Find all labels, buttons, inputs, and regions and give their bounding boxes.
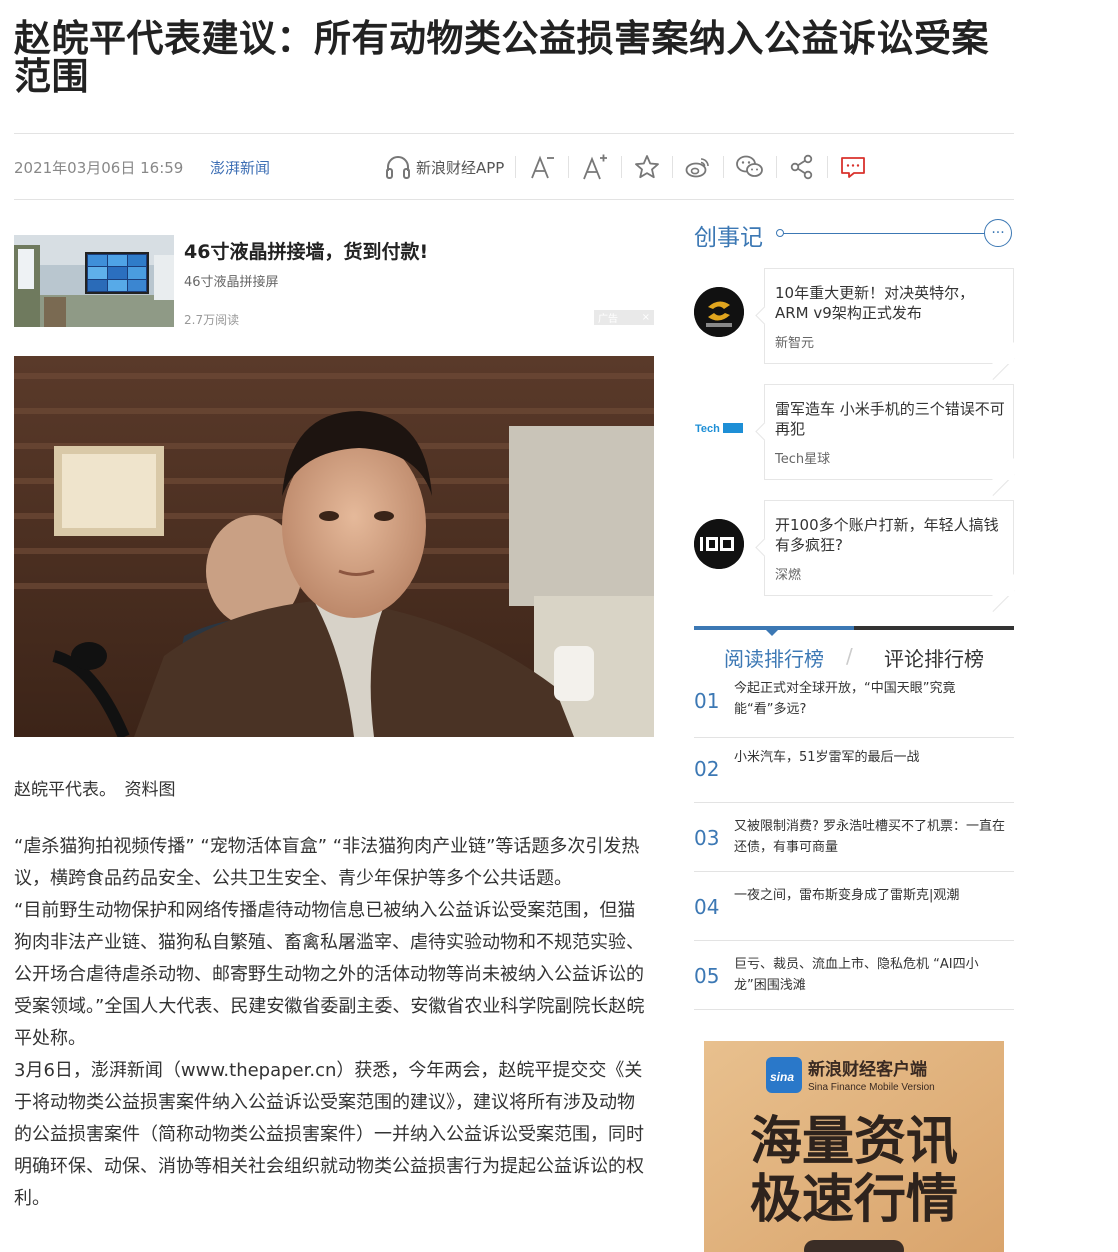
toolbar-separator bbox=[515, 156, 517, 178]
rank-title[interactable]: 又被限制消费? 罗永浩吐槽买不了机票：一直在还债，有事可商量 bbox=[734, 816, 1006, 858]
app-label: 新浪财经APP bbox=[416, 158, 505, 177]
chuangshi-item-source: Tech星球 bbox=[775, 452, 831, 467]
toolbar-separator bbox=[827, 156, 829, 178]
more-icon[interactable]: ··· bbox=[984, 219, 1012, 247]
rank-tab-bar bbox=[854, 626, 1014, 630]
card-fold bbox=[992, 474, 1015, 496]
toolbar-separator bbox=[568, 156, 570, 178]
article-toolbar: 新浪财经APP bbox=[384, 150, 867, 184]
weibo-icon bbox=[685, 158, 710, 178]
ad-read-count: 2.7万阅读 bbox=[184, 313, 240, 327]
article-photo bbox=[14, 356, 654, 737]
close-icon[interactable]: × bbox=[642, 312, 650, 323]
app-link[interactable]: 新浪财经APP bbox=[384, 153, 504, 181]
comment-button[interactable] bbox=[839, 153, 867, 181]
card-fold bbox=[992, 358, 1015, 380]
rank-item[interactable]: 02 小米汽车，51岁雷军的最后一战 bbox=[694, 735, 1014, 803]
source-link[interactable]: 澎湃新闻 bbox=[210, 157, 270, 178]
share-icon bbox=[791, 154, 813, 180]
article-title: 赵皖平代表建议：所有动物类公益损害案纳入公益诉讼受案范围 bbox=[14, 17, 989, 98]
chuangshi-item-title[interactable]: 10年重大更新！对决英特尔，ARM v9架构正式发布 bbox=[775, 283, 1005, 323]
article-paragraph: “目前野生动物保护和网络传播虐待动物信息已被纳入公益诉讼受案范围，但猫狗肉非法产… bbox=[14, 900, 645, 1049]
rank-title[interactable]: 小米汽车，51岁雷军的最后一战 bbox=[734, 747, 1006, 768]
photo-caption: 赵皖平代表。 资料图 bbox=[14, 780, 176, 800]
favorite-button[interactable] bbox=[633, 153, 661, 181]
rank-item[interactable]: 03 又被限制消费? 罗永浩吐槽买不了机票：一直在还债，有事可商量 bbox=[694, 804, 1014, 872]
promo-brand-en: Sina Finance Mobile Version bbox=[808, 1082, 935, 1093]
rank-item[interactable]: 05 巨亏、裁员、流血上市、隐私危机 “AI四小龙”困围浅滩 bbox=[694, 942, 1014, 1010]
promo-logo-text: sina bbox=[770, 1070, 794, 1084]
rank-number: 04 bbox=[694, 895, 720, 919]
promo-brand: 新浪财经客户端 bbox=[808, 1059, 927, 1080]
chuangshi-card[interactable]: 10年重大更新！对决英特尔，ARM v9架构正式发布 新智元 bbox=[764, 268, 1015, 380]
rank-number: 03 bbox=[694, 826, 720, 850]
share-button[interactable] bbox=[788, 153, 816, 181]
rank-title[interactable]: 今起正式对全球开放，“中国天眼”究竟能“看”多远? bbox=[734, 678, 1006, 720]
tab-read-ranking[interactable]: 阅读排行榜 bbox=[694, 643, 854, 672]
ad-thumbnail[interactable] bbox=[14, 235, 174, 327]
chuangshi-title[interactable]: 创事记 bbox=[694, 218, 763, 252]
font-decrease-icon bbox=[531, 155, 555, 179]
rank-title[interactable]: 巨亏、裁员、流血上市、隐私危机 “AI四小龙”困围浅滩 bbox=[734, 954, 1006, 996]
avatar bbox=[694, 287, 744, 337]
chuangshi-item-source: 深燃 bbox=[775, 568, 802, 583]
ad-badge-label: 广告 bbox=[598, 314, 618, 325]
chuangshi-item[interactable]: 10年重大更新！对决英特尔，ARM v9架构正式发布 新智元 bbox=[694, 268, 1015, 380]
chuangshi-item-title[interactable]: 雷军造车 小米手机的三个错误不可再犯 bbox=[775, 399, 1005, 439]
star-icon bbox=[635, 155, 660, 179]
tab-comment-ranking[interactable]: 评论排行榜 bbox=[854, 643, 1014, 672]
rank-number: 01 bbox=[694, 689, 720, 713]
toolbar-separator bbox=[723, 156, 725, 178]
weibo-share-button[interactable] bbox=[684, 153, 712, 181]
chuangshi-item[interactable]: Tech 雷军造车 小米手机的三个错误不可再犯 Tech星球 bbox=[694, 384, 1015, 496]
rank-tabs: 阅读排行榜 / 评论排行榜 bbox=[694, 626, 1014, 672]
avatar bbox=[694, 519, 744, 569]
ad-subtitle: 46寸液晶拼接屏 bbox=[184, 275, 279, 290]
rank-number: 02 bbox=[694, 757, 720, 781]
chuangshi-line bbox=[780, 233, 996, 234]
rank-title[interactable]: 一夜之间，雷布斯变身成了雷斯克|观潮 bbox=[734, 885, 1006, 906]
wechat-icon bbox=[736, 155, 764, 177]
article-paragraph: 3月6日，澎湃新闻（www.thepaper.cn）获悉，今年两会，赵皖平提交交… bbox=[14, 1060, 644, 1209]
toolbar-separator bbox=[672, 156, 674, 178]
card-fold bbox=[992, 590, 1015, 612]
article-body: “虐杀猫狗拍视频传播” “宠物活体盲盒” “非法猫狗肉产业链”等话题多次引发热议… bbox=[14, 831, 646, 1215]
chuangshi-dot bbox=[776, 229, 784, 237]
divider bbox=[14, 133, 1014, 134]
ad-title[interactable]: 46寸液晶拼接墙，货到付款! bbox=[184, 237, 428, 264]
svg-text:Tech: Tech bbox=[695, 423, 720, 435]
chuangshi-card[interactable]: 雷军造车 小米手机的三个错误不可再犯 Tech星球 bbox=[764, 384, 1015, 496]
font-increase-button[interactable] bbox=[580, 152, 610, 182]
article-paragraph: “虐杀猫狗拍视频传播” “宠物活体盲盒” “非法猫狗肉产业链”等话题多次引发热议… bbox=[14, 836, 640, 889]
divider bbox=[14, 199, 1014, 200]
shenran-logo-icon bbox=[694, 519, 744, 569]
toolbar-separator bbox=[621, 156, 623, 178]
promo-slogan-2: 极速行情 bbox=[750, 1170, 958, 1230]
rank-item[interactable]: 04 一夜之间，雷布斯变身成了雷斯克|观潮 bbox=[694, 873, 1014, 941]
chuangshi-card[interactable]: 开100多个账户打新，年轻人搞钱有多疯狂? 深燃 bbox=[764, 500, 1015, 612]
rank-item[interactable]: 01 今起正式对全球开放，“中国天眼”究竟能“看”多远? bbox=[694, 670, 1014, 738]
font-increase-icon bbox=[583, 154, 608, 180]
avatar: Tech bbox=[694, 403, 744, 453]
chuangshi-item[interactable]: 开100多个账户打新，年轻人搞钱有多疯狂? 深燃 bbox=[694, 500, 1015, 612]
tab-divider: / bbox=[846, 644, 853, 668]
comment-icon bbox=[841, 157, 866, 178]
tech-planet-logo-icon: Tech bbox=[694, 422, 744, 435]
toolbar-separator bbox=[776, 156, 778, 178]
rank-tab-notch bbox=[766, 630, 778, 636]
app-promo-banner[interactable]: sina 新浪财经客户端 Sina Finance Mobile Version… bbox=[704, 1041, 1004, 1252]
rank-number: 05 bbox=[694, 964, 720, 988]
chuangshi-item-title[interactable]: 开100多个账户打新，年轻人搞钱有多疯狂? bbox=[775, 515, 1005, 555]
chuangshi-header: 创事记 ··· bbox=[694, 218, 1014, 252]
font-decrease-button[interactable] bbox=[527, 152, 557, 182]
wechat-share-button[interactable] bbox=[735, 153, 765, 181]
xinzhiyuan-logo-icon bbox=[694, 287, 744, 337]
publish-date: 2021年03月06日 16:59 bbox=[14, 159, 184, 177]
headphone-icon bbox=[386, 156, 410, 179]
chuangshi-item-source: 新智元 bbox=[775, 336, 815, 351]
promo-slogan-1: 海量资讯 bbox=[750, 1112, 958, 1172]
ad-badge[interactable]: 广告 × bbox=[594, 310, 654, 325]
ad-block[interactable]: 46寸液晶拼接墙，货到付款! 46寸液晶拼接屏 2.7万阅读 广告 × bbox=[14, 235, 654, 327]
